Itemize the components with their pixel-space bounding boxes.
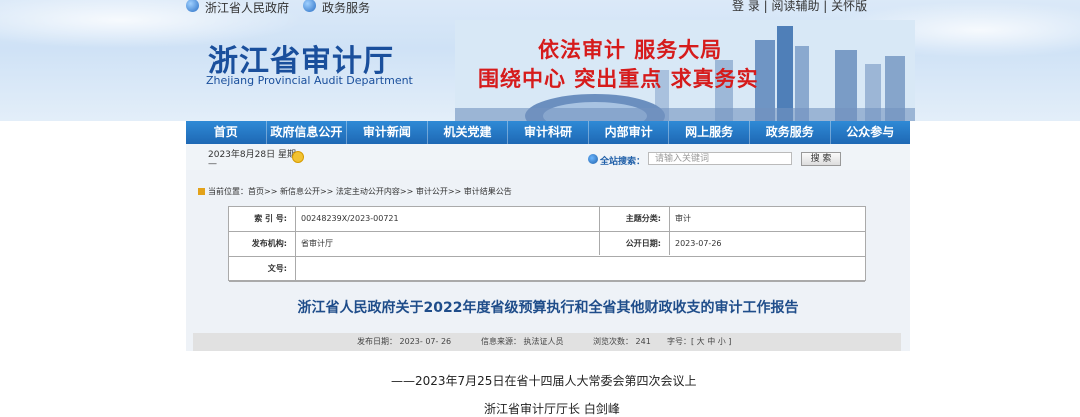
meta-row: 索 引 号: 00248239X/2023-00721 主题分类: 审计 [229, 207, 865, 232]
view-count: 浏览次数： 241 [593, 337, 651, 346]
meta-row: 文号: [229, 257, 865, 282]
pubdate-value: 2023-07-26 [675, 239, 722, 248]
link-government-services[interactable]: 政务服务 [322, 0, 370, 16]
nav-audit-research[interactable]: 审计科研 [508, 121, 589, 144]
meta-table: 索 引 号: 00248239X/2023-00721 主题分类: 审计 发布机… [228, 206, 866, 282]
info-source: 信息来源： 执法证人员 [481, 337, 564, 346]
breadcrumb: 当前位置：首页>> 新信息公开>> 法定主动公开内容>> 审计公开>> 审计结果… [198, 186, 512, 197]
slogan-line-2: 围绕中心 突出重点 求真务实 [478, 66, 759, 91]
current-date: 2023年8月28日 星期 [208, 150, 296, 160]
main-nav: 首页 政府信息公开 审计新闻 机关党建 审计科研 内部审计 网上服务 政务服务 … [186, 121, 910, 144]
topbar-left: 浙江省人民政府 政务服务 [186, 0, 370, 16]
nav-info-disclosure[interactable]: 政府信息公开 [267, 121, 348, 144]
slogan-line-1: 依法审计 服务大局 [538, 37, 723, 62]
index-label: 索 引 号: [254, 214, 287, 223]
issuer-label: 发布机构: [251, 239, 287, 248]
search-label: 全站搜索： [600, 157, 646, 167]
topic-label: 主题分类: [625, 214, 661, 223]
issuer-value: 省审计厅 [301, 239, 333, 248]
pubdate-label: 公开日期: [625, 239, 661, 248]
nav-internal-audit[interactable]: 内部审计 [589, 121, 670, 144]
docno-label: 文号: [267, 264, 287, 273]
weather-sun-icon [292, 151, 304, 163]
weekday-text: — [208, 159, 217, 169]
nav-party-building[interactable]: 机关党建 [428, 121, 509, 144]
search-button[interactable]: 搜 索 [801, 152, 841, 166]
nav-online-services[interactable]: 网上服务 [669, 121, 750, 144]
search-input[interactable]: 请输入关键词 [648, 152, 792, 165]
meta-row: 发布机构: 省审计厅 公开日期: 2023-07-26 [229, 232, 865, 257]
topic-value: 审计 [675, 214, 691, 223]
globe-icon [303, 0, 317, 12]
font-size-selector[interactable]: 字号：[ 大 中 小 ] [667, 333, 731, 351]
publish-date: 发布日期： 2023- 07- 26 [357, 337, 452, 346]
location-icon [198, 188, 205, 195]
table-divider [669, 207, 670, 255]
nav-audit-news[interactable]: 审计新闻 [347, 121, 428, 144]
search-icon [588, 154, 598, 164]
table-divider [599, 207, 600, 255]
article-title: 浙江省人民政府关于2022年度省级预算执行和全省其他财政收支的审计工作报告 [297, 300, 799, 316]
globe-icon [186, 0, 199, 12]
nav-home[interactable]: 首页 [186, 121, 267, 144]
nav-public-participation[interactable]: 公众参与 [831, 121, 911, 144]
site-subtitle: Zhejiang Provincial Audit Department [206, 74, 413, 87]
table-divider [295, 207, 296, 280]
link-provincial-government[interactable]: 浙江省人民政府 [205, 0, 289, 16]
article-subtitle: ——2023年7月25日在省十四届人大常委会第四次会议上 [391, 374, 697, 388]
topbar-links[interactable]: 登 录 | 阅读辅助 | 关怀版 [732, 0, 867, 14]
nav-government-services[interactable]: 政务服务 [750, 121, 831, 144]
breadcrumb-text[interactable]: 当前位置：首页>> 新信息公开>> 法定主动公开内容>> 审计公开>> 审计结果… [208, 186, 512, 197]
index-value: 00248239X/2023-00721 [301, 214, 399, 223]
article-author: 浙江省审计厅厅长 白剑峰 [484, 402, 620, 416]
article-info-bar: 发布日期： 2023- 07- 26 信息来源： 执法证人员 浏览次数： 241… [193, 333, 901, 351]
